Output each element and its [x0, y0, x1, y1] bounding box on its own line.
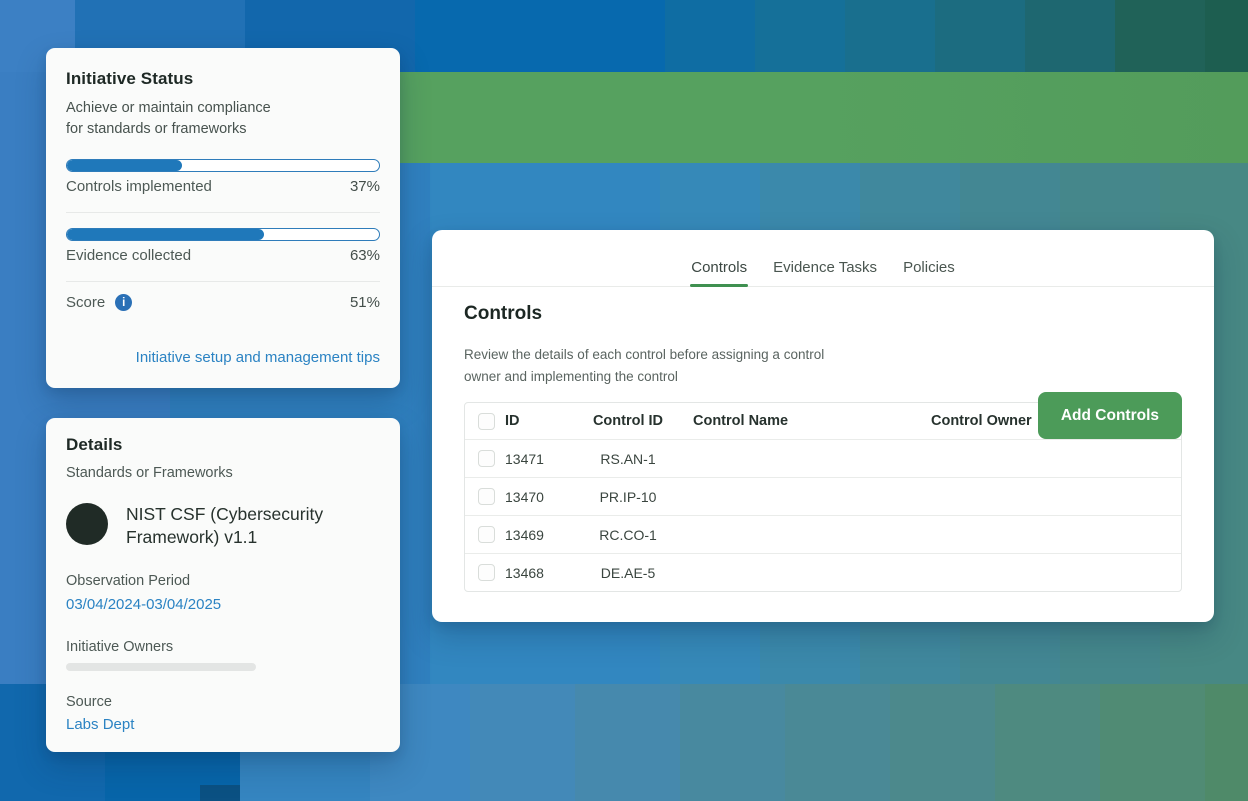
table-body: 13471 RS.AN-1 13470 PR.IP-10: [465, 439, 1181, 591]
row-control-id: RC.CO-1: [589, 527, 693, 543]
initiative-owner-placeholder: [66, 663, 256, 671]
column-header-id: ID: [505, 413, 589, 429]
initiative-status-description: Achieve or maintain compliance for stand…: [66, 98, 380, 139]
progress-bar-fill: [67, 160, 182, 171]
row-checkbox[interactable]: [478, 564, 495, 581]
controls-description: Review the details of each control befor…: [464, 344, 1182, 387]
row-control-id: DE.AE-5: [589, 565, 693, 581]
row-id: 13469: [505, 527, 589, 543]
metric-block: Evidence collected 63%: [66, 228, 380, 282]
source-label: Source: [66, 693, 380, 712]
table-row[interactable]: 13470 PR.IP-10: [465, 477, 1181, 515]
tabs-bar: Controls Evidence Tasks Policies: [432, 230, 1214, 287]
score-value: 51%: [350, 294, 380, 311]
metric-label: Controls implemented: [66, 178, 212, 196]
background-navy-chip: [200, 785, 240, 801]
divider: [66, 281, 380, 282]
observation-period-link[interactable]: 03/04/2024-03/04/2025: [66, 596, 221, 613]
add-controls-button[interactable]: Add Controls: [1038, 392, 1182, 439]
initiative-owners-label: Initiative Owners: [66, 638, 380, 657]
metric-value: 37%: [350, 178, 380, 196]
framework-name: NIST CSF (Cybersecurity Framework) v1.1: [126, 503, 323, 548]
progress-bar: [66, 159, 380, 172]
score-row: Score 51%: [66, 294, 380, 311]
setup-tips-link[interactable]: Initiative setup and management tips: [136, 349, 380, 366]
observation-period-label: Observation Period: [66, 572, 380, 591]
divider: [66, 212, 380, 213]
table-row[interactable]: 13469 RC.CO-1: [465, 515, 1181, 553]
initiative-status-title: Initiative Status: [66, 68, 380, 90]
metric-block: Controls implemented 37%: [66, 159, 380, 213]
metric-value: 63%: [350, 247, 380, 265]
table-row[interactable]: 13471 RS.AN-1: [465, 439, 1181, 477]
initiative-status-card: Initiative Status Achieve or maintain co…: [46, 48, 400, 388]
metric-label: Evidence collected: [66, 247, 191, 265]
details-card: Details Standards or Frameworks NIST CSF…: [46, 418, 400, 752]
column-header-control-id: Control ID: [589, 413, 693, 429]
table-row[interactable]: 13468 DE.AE-5: [465, 553, 1181, 591]
progress-bar: [66, 228, 380, 241]
metrics-list: Controls implemented 37% Evidence collec…: [66, 159, 380, 282]
column-header-control-name: Control Name: [693, 413, 931, 429]
source-link[interactable]: Labs Dept: [66, 716, 134, 733]
row-control-id: PR.IP-10: [589, 489, 693, 505]
row-checkbox[interactable]: [478, 526, 495, 543]
row-id: 13468: [505, 565, 589, 581]
info-icon[interactable]: [115, 294, 132, 311]
tab[interactable]: Controls: [690, 259, 748, 286]
score-label: Score: [66, 294, 105, 311]
framework-color-swatch: [66, 503, 108, 545]
controls-heading: Controls: [464, 302, 1182, 326]
tab[interactable]: Evidence Tasks: [772, 259, 878, 286]
framework-row: NIST CSF (Cybersecurity Framework) v1.1: [66, 503, 380, 548]
row-id: 13471: [505, 451, 589, 467]
row-checkbox[interactable]: [478, 450, 495, 467]
row-checkbox[interactable]: [478, 488, 495, 505]
progress-bar-fill: [67, 229, 264, 240]
controls-panel: Controls Evidence Tasks Policies Control…: [432, 230, 1214, 622]
select-all-checkbox[interactable]: [478, 413, 495, 430]
row-id: 13470: [505, 489, 589, 505]
frameworks-label: Standards or Frameworks: [66, 464, 380, 483]
row-control-id: RS.AN-1: [589, 451, 693, 467]
tab[interactable]: Policies: [902, 259, 956, 286]
details-title: Details: [66, 434, 380, 456]
